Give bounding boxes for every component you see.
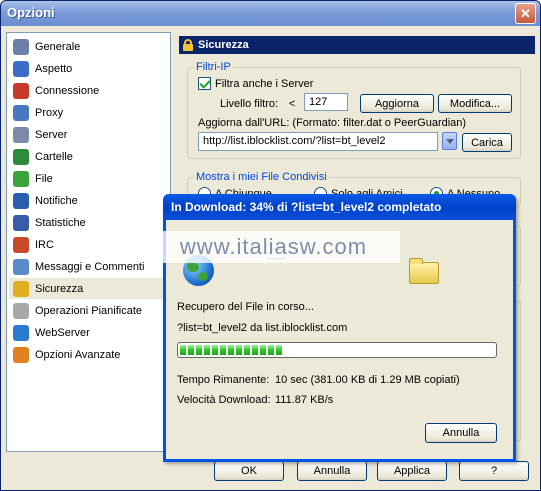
speed-value: 111.87 KB/s bbox=[275, 394, 334, 406]
sidebar-item-label: Notifiche bbox=[35, 194, 78, 207]
url-dropdown-icon[interactable] bbox=[442, 132, 457, 150]
plug-icon bbox=[13, 82, 29, 99]
time-remaining-label: Tempo Rimanente: bbox=[177, 374, 270, 386]
apply-button[interactable]: Applica bbox=[377, 461, 447, 481]
lock-icon bbox=[183, 39, 193, 51]
sidebar-item[interactable]: Server bbox=[9, 124, 167, 145]
speed-label: Velocità Download: bbox=[177, 394, 271, 406]
sidebar-item-label: WebServer bbox=[35, 326, 90, 339]
sidebar-item-label: Aspetto bbox=[35, 62, 73, 75]
sidebar-item-label: IRC bbox=[35, 238, 54, 251]
paint-icon bbox=[13, 60, 29, 77]
options-window: Opzioni ✕ Generale Aspetto Connessione Prox… bbox=[0, 0, 541, 491]
calendar-icon bbox=[13, 302, 29, 319]
sidebar-item-label: Server bbox=[35, 128, 68, 141]
sidebar-item[interactable]: Notifiche bbox=[9, 190, 167, 211]
progress-block bbox=[276, 345, 282, 355]
ok-button[interactable]: OK bbox=[214, 461, 284, 481]
globe-icon bbox=[13, 324, 29, 341]
sidebar-item[interactable]: Aspetto bbox=[9, 58, 167, 79]
panel-header: Sicurezza bbox=[179, 36, 535, 54]
sidebar-item[interactable]: Generale bbox=[9, 36, 167, 57]
filter-level-label: Livello filtro: bbox=[220, 98, 279, 110]
gear-icon bbox=[13, 38, 29, 55]
ip-filter-title: Filtri-IP bbox=[194, 61, 233, 73]
download-progress-bar bbox=[177, 342, 497, 358]
advanced-icon bbox=[13, 346, 29, 363]
sidebar-item-label: Cartelle bbox=[35, 150, 73, 163]
sidebar-item[interactable]: IRC bbox=[9, 234, 167, 255]
sidebar-item[interactable]: File bbox=[9, 168, 167, 189]
sidebar-item[interactable]: Operazioni Pianificate bbox=[9, 300, 167, 321]
filter-server-checkbox[interactable] bbox=[198, 77, 211, 90]
sidebar-item-label: Sicurezza bbox=[35, 282, 84, 295]
notification-icon bbox=[13, 192, 29, 209]
download-cancel-button[interactable]: Annulla bbox=[425, 423, 497, 443]
sidebar-item[interactable]: Statistiche bbox=[9, 212, 167, 233]
shared-files-title: Mostra i miei File Condivisi bbox=[194, 171, 329, 183]
filter-server-row: Filtra anche i Server bbox=[198, 77, 313, 90]
irc-icon bbox=[13, 236, 29, 253]
sidebar-item-label: Statistiche bbox=[35, 216, 86, 229]
sidebar-item[interactable]: Messaggi e Commenti bbox=[9, 256, 167, 277]
close-icon: ✕ bbox=[520, 6, 531, 21]
watermark: www.italiasw.com bbox=[147, 231, 400, 263]
sidebar-item-label: Opzioni Avanzate bbox=[35, 348, 121, 361]
server-icon bbox=[13, 126, 29, 143]
sidebar-item[interactable]: WebServer bbox=[9, 322, 167, 343]
progress-block bbox=[252, 345, 258, 355]
sidebar-item-label: File bbox=[35, 172, 53, 185]
help-button[interactable]: ? bbox=[459, 461, 529, 481]
load-button[interactable]: Carica bbox=[462, 133, 512, 152]
title-bar[interactable]: Opzioni ✕ bbox=[1, 1, 540, 26]
folder-icon bbox=[409, 258, 439, 284]
sidebar-item-label: Operazioni Pianificate bbox=[35, 304, 143, 317]
filter-level-input[interactable]: 127 bbox=[304, 93, 348, 111]
message-icon bbox=[13, 258, 29, 275]
url-input[interactable]: http://list.iblocklist.com/?list=bt_leve… bbox=[198, 132, 438, 151]
panel-title: Sicurezza bbox=[198, 39, 249, 51]
cancel-button[interactable]: Annulla bbox=[297, 461, 367, 481]
hidden-group-b bbox=[517, 301, 521, 441]
proxy-icon bbox=[13, 104, 29, 121]
time-remaining-value: 10 sec (381.00 KB di 1.29 MB copiati) bbox=[275, 374, 460, 386]
progress-block bbox=[212, 345, 218, 355]
progress-block bbox=[204, 345, 210, 355]
modify-button[interactable]: Modifica... bbox=[438, 94, 512, 113]
sidebar-item-label: Proxy bbox=[35, 106, 64, 119]
hidden-group-a bbox=[517, 226, 521, 286]
download-status: Recupero del File in corso... bbox=[177, 301, 314, 313]
progress-block bbox=[244, 345, 250, 355]
filter-level-operator: < bbox=[289, 98, 296, 110]
filter-server-label: Filtra anche i Server bbox=[215, 77, 314, 90]
sidebar-item[interactable]: Cartelle bbox=[9, 146, 167, 167]
download-source: ?list=bt_level2 da list.iblocklist.com bbox=[177, 322, 348, 334]
sidebar-item[interactable]: Proxy bbox=[9, 102, 167, 123]
progress-block bbox=[188, 345, 194, 355]
close-button[interactable]: ✕ bbox=[515, 3, 536, 24]
progress-block bbox=[196, 345, 202, 355]
progress-block bbox=[220, 345, 226, 355]
update-button[interactable]: Aggiorna bbox=[360, 94, 434, 113]
progress-fill bbox=[180, 345, 494, 355]
url-label: Aggiorna dall'URL: (Formato: filter.dat … bbox=[198, 117, 467, 129]
download-dialog-title[interactable]: In Download: 34% di ?list=bt_level2 comp… bbox=[163, 194, 516, 220]
sidebar-item-label: Messaggi e Commenti bbox=[35, 260, 145, 273]
chart-icon bbox=[13, 214, 29, 231]
sidebar-item[interactable]: Connessione bbox=[9, 80, 167, 101]
lock-icon bbox=[13, 280, 29, 297]
sidebar-item-label: Connessione bbox=[35, 84, 100, 97]
progress-block bbox=[260, 345, 266, 355]
file-icon bbox=[13, 170, 29, 187]
progress-block bbox=[180, 345, 186, 355]
progress-block bbox=[228, 345, 234, 355]
progress-block bbox=[236, 345, 242, 355]
sidebar-item-label: Generale bbox=[35, 40, 81, 53]
progress-block bbox=[268, 345, 274, 355]
folder-icon bbox=[13, 148, 29, 165]
sidebar-item[interactable]: Sicurezza bbox=[9, 278, 167, 299]
window-title: Opzioni bbox=[7, 5, 55, 20]
sidebar-item[interactable]: Opzioni Avanzate bbox=[9, 344, 167, 365]
